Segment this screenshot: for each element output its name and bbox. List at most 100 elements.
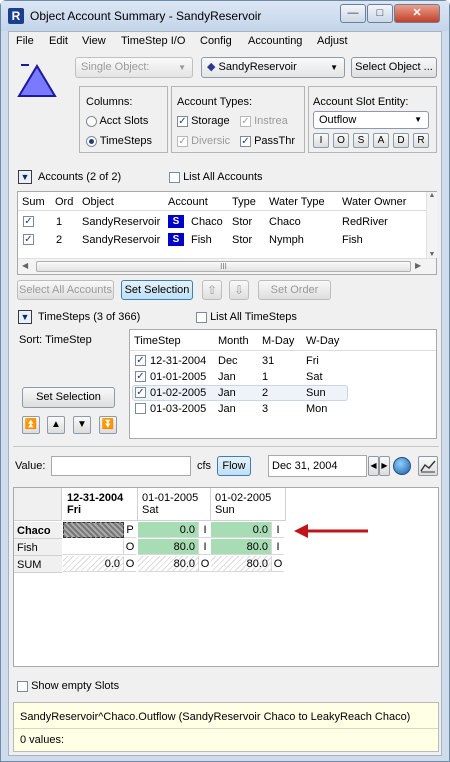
table-row[interactable]: ✓ 2 SandyReservoir S Fish Stor Nymph Fis… [18,231,426,249]
radio-timesteps[interactable] [86,135,97,147]
accounts-hscrollbar[interactable]: ◀ III ▶ [18,258,436,274]
timestep-row[interactable]: 01-03-2005 Jan 3 Mon [132,401,432,417]
scroll-right-icon[interactable]: ▶ [415,261,421,270]
passthru-checkbox[interactable]: ✓ PassThr [240,135,295,147]
scroll-down-icon[interactable]: ▼ [427,251,437,258]
show-empty-slots-checkbox[interactable]: Show empty Slots [17,680,119,692]
grid-col-header-3[interactable]: 01-02-2005 Sun [211,488,286,521]
col-object[interactable]: Object [82,196,114,208]
select-all-accounts-button[interactable]: Select All Accounts [17,280,114,300]
columns-label: Columns: [86,96,133,108]
move-up-icon[interactable]: ▲ [47,416,65,434]
move-down-arrow-icon[interactable]: ⇩ [229,280,249,300]
radio-acct-slots[interactable] [86,115,97,127]
flow-button[interactable]: Flow [217,456,251,476]
timesteps-table: TimeStep Month M-Day W-Day ✓ 12-31-2004 … [129,329,437,439]
menu-config[interactable]: Config [200,35,232,47]
col-account[interactable]: Account [168,196,208,208]
move-down-icon[interactable]: ▼ [73,416,91,434]
menu-edit[interactable]: Edit [49,35,68,47]
grid-cell[interactable]: 0.0 [211,522,272,538]
select-object-button[interactable]: Select Object ... [351,57,437,78]
sum-checkbox[interactable]: ✓ [23,216,34,227]
accounts-table: Sum Ord Object Account Type Water Type W… [17,191,437,275]
status-divider [14,728,438,729]
plot-icon[interactable] [418,456,438,476]
value-input[interactable] [51,456,191,476]
instream-checkbox[interactable]: ✓ Instrea [240,115,288,127]
menu-file[interactable]: File [16,35,34,47]
grid-col-header-2[interactable]: 01-01-2005 Sat [138,488,211,521]
timesteps-radio[interactable]: TimeSteps [86,135,152,147]
grid-cell[interactable]: 80.0 [211,539,272,555]
move-top-icon[interactable]: ⏫ [22,416,40,434]
list-all-timesteps-checkbox[interactable]: List All TimeSteps [196,311,297,323]
col-mday[interactable]: M-Day [262,335,294,347]
scroll-left-icon[interactable]: ◀ [22,261,28,270]
entity-btn-d[interactable]: D [393,133,409,148]
accounts-vscrollbar[interactable]: ▲ ▼ [426,192,437,258]
diversion-checkbox[interactable]: ✓ Diversic [177,135,230,147]
grid-cell[interactable] [63,539,124,555]
acct-slots-radio[interactable]: Acct Slots [86,115,148,127]
timesteps-collapse-toggle[interactable]: ▼ [18,310,32,324]
maximize-button[interactable]: □ [367,4,393,23]
timestep-checkbox[interactable]: ✓ [135,371,146,382]
col-sum[interactable]: Sum [22,196,45,208]
date-prev-icon[interactable]: ◀ [368,456,379,476]
grid-cell[interactable]: 0.0 [138,522,199,538]
row-header-fish[interactable]: Fish [14,539,62,556]
col-type[interactable]: Type [232,196,256,208]
scroll-thumb[interactable]: III [36,261,411,272]
sum-checkbox[interactable]: ✓ [23,234,34,245]
timesteps-set-selection-button[interactable]: Set Selection [22,387,115,408]
set-order-button[interactable]: Set Order [258,280,331,300]
timestep-row-selected[interactable]: ✓ 01-02-2005 Jan 2 Sun [132,385,348,401]
col-water-owner[interactable]: Water Owner [342,196,406,208]
entity-btn-s[interactable]: S [353,133,369,148]
timestep-checkbox[interactable]: ✓ [135,387,146,398]
ord-cell: 2 [56,234,63,246]
date-field[interactable]: Dec 31, 2004 [268,455,367,477]
scroll-up-icon[interactable]: ▲ [427,192,437,199]
row-header-sum[interactable]: SUM [14,556,62,573]
close-button[interactable]: ✕ [394,4,440,23]
timestep-row[interactable]: ✓ 12-31-2004 Dec 31 Fri [132,353,432,369]
slot-entity-dropdown[interactable]: Outflow ▼ [313,111,429,129]
grid-cell[interactable] [63,522,124,538]
col-timestep[interactable]: TimeStep [134,335,181,347]
date-next-icon[interactable]: ▶ [379,456,390,476]
menu-adjust[interactable]: Adjust [317,35,348,47]
accounts-set-selection-button[interactable]: Set Selection [121,280,193,300]
timestep-row[interactable]: ✓ 01-01-2005 Jan 1 Sat [132,369,432,385]
globe-icon[interactable] [393,457,411,475]
entity-btn-a[interactable]: A [373,133,389,148]
move-up-arrow-icon[interactable]: ⇧ [202,280,222,300]
grid-cell[interactable]: 80.0 [138,539,199,555]
wday-cell: Sun [306,387,326,399]
storage-checkbox[interactable]: ✓ Storage [177,115,230,127]
move-bottom-icon[interactable]: ⏬ [99,416,117,434]
single-object-dropdown[interactable]: Single Object: ▼ [75,57,193,78]
list-all-accounts-checkbox[interactable]: List All Accounts [169,171,263,183]
minimize-button[interactable]: — [340,4,366,23]
col-month[interactable]: Month [218,335,249,347]
entity-btn-o[interactable]: O [333,133,349,148]
entity-btn-i[interactable]: I [313,133,329,148]
accounts-collapse-toggle[interactable]: ▼ [18,170,32,184]
table-row[interactable]: ✓ 1 SandyReservoir S Chaco Stor Chaco Re… [18,213,426,231]
grid-col-header-1[interactable]: 12-31-2004 Fri [63,488,138,521]
col-wday[interactable]: W-Day [306,335,339,347]
col-ord[interactable]: Ord [55,196,73,208]
entity-btn-r[interactable]: R [413,133,429,148]
storage-label: Storage [191,115,230,127]
menu-view[interactable]: View [82,35,106,47]
timestep-checkbox[interactable] [135,403,146,414]
menu-accounting[interactable]: Accounting [248,35,302,47]
col-water-type[interactable]: Water Type [269,196,325,208]
row-header-chaco[interactable]: Chaco [14,522,62,539]
menu-timestep-io[interactable]: TimeStep I/O [121,35,185,47]
timestep-checkbox[interactable]: ✓ [135,355,146,366]
accounts-header: Accounts (2 of 2) [38,171,122,183]
object-selector[interactable]: ◆ SandyReservoir ▼ [201,57,345,78]
